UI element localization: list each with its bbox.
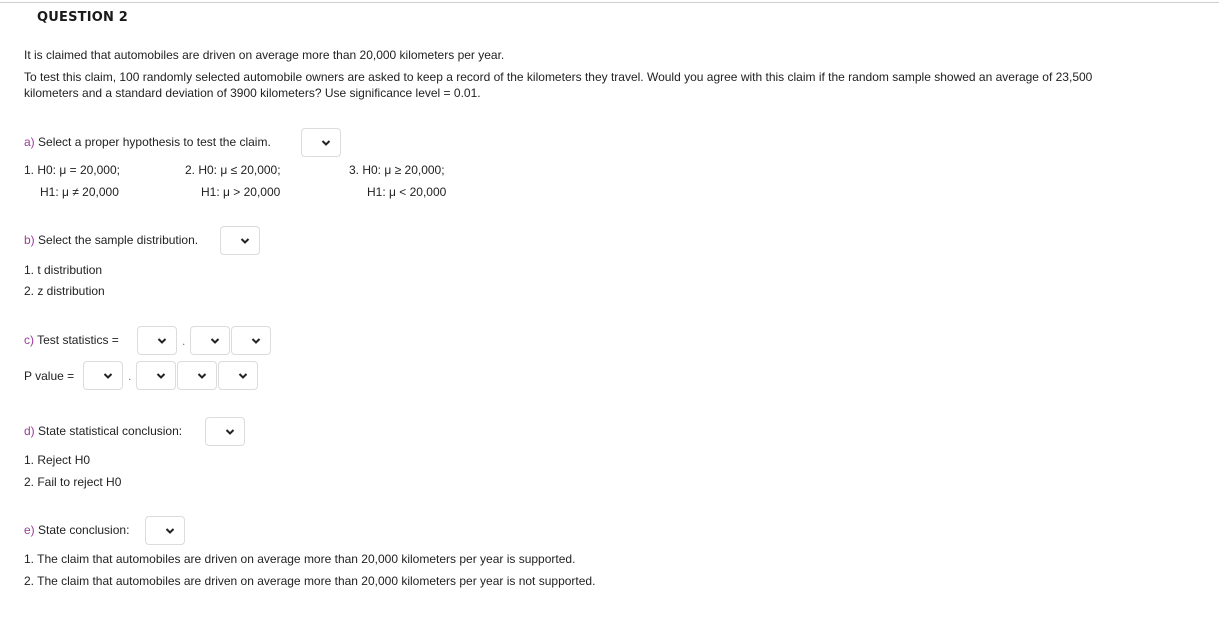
distribution-select[interactable] [220, 226, 260, 255]
intro-line-2: To test this claim, 100 randomly selecte… [24, 70, 1093, 84]
test-stat-decimal-point: . [182, 334, 186, 348]
p-value-digit-2-select[interactable] [177, 361, 217, 390]
part-d-prompt: d) State statistical conclusion: [24, 423, 182, 439]
hypothesis-option-2-h1: H1: μ > 20,000 [201, 185, 281, 199]
part-c-text: Test statistics = [37, 333, 119, 347]
chevron-down-icon [210, 336, 220, 346]
part-a-prompt: a) Select a proper hypothesis to test th… [24, 134, 271, 150]
intro-line-3: kilometers and a standard deviation of 3… [24, 86, 481, 100]
p-value-digit-1-select[interactable] [136, 361, 176, 390]
statistical-conclusion-select[interactable] [205, 417, 245, 446]
chevron-down-icon [225, 427, 235, 437]
conclusion-option-2: 2. The claim that automobiles are driven… [24, 574, 596, 588]
hypothesis-option-2-h0: 2. H0: μ ≤ 20,000; [185, 163, 281, 177]
part-a-letter: a) [24, 135, 35, 149]
test-stat-hundredths-select[interactable] [231, 326, 271, 355]
hypothesis-option-3-h0: 3. H0: μ ≥ 20,000; [349, 163, 445, 177]
statistical-conclusion-option-1: 1. Reject H0 [24, 453, 91, 467]
distribution-option-1: 1. t distribution [24, 263, 103, 277]
chevron-down-icon [103, 371, 113, 381]
part-e-letter: e) [24, 523, 35, 537]
conclusion-option-1: 1. The claim that automobiles are driven… [24, 552, 576, 566]
part-e-prompt: e) State conclusion: [24, 522, 129, 538]
part-d-letter: d) [24, 424, 35, 438]
hypothesis-option-1-h1: H1: μ ≠ 20,000 [40, 185, 119, 199]
distribution-option-2: 2. z distribution [24, 284, 105, 298]
chevron-down-icon [157, 336, 167, 346]
p-value-label: P value = [24, 369, 75, 383]
part-d-text: State statistical conclusion: [38, 424, 183, 438]
test-statistic-label: c) Test statistics = [24, 332, 119, 348]
test-stat-tenths-select[interactable] [190, 326, 230, 355]
conclusion-select[interactable] [145, 516, 185, 545]
test-stat-integer-select[interactable] [137, 326, 177, 355]
chevron-down-icon [240, 236, 250, 246]
part-b-text: Select the sample distribution. [38, 233, 199, 247]
part-b-letter: b) [24, 233, 35, 247]
part-c-letter: c) [24, 333, 34, 347]
statistical-conclusion-option-2: 2. Fail to reject H0 [24, 475, 122, 489]
chevron-down-icon [251, 336, 261, 346]
p-value-digit-3-select[interactable] [218, 361, 258, 390]
chevron-down-icon [197, 371, 207, 381]
p-value-decimal-point: . [128, 369, 132, 383]
top-divider [0, 2, 1219, 3]
part-b-prompt: b) Select the sample distribution. [24, 232, 198, 248]
chevron-down-icon [165, 526, 175, 536]
part-a-text: Select a proper hypothesis to test the c… [38, 135, 271, 149]
p-value-integer-select[interactable] [83, 361, 123, 390]
hypothesis-option-3-h1: H1: μ < 20,000 [367, 185, 447, 199]
question-title: QUESTION 2 [37, 10, 129, 25]
part-e-text: State conclusion: [38, 523, 130, 537]
chevron-down-icon [238, 371, 248, 381]
hypothesis-option-1-h0: 1. H0: μ = 20,000; [24, 163, 120, 177]
intro-line-1: It is claimed that automobiles are drive… [24, 48, 505, 62]
chevron-down-icon [156, 371, 166, 381]
hypothesis-select[interactable] [301, 128, 341, 157]
chevron-down-icon [321, 138, 331, 148]
